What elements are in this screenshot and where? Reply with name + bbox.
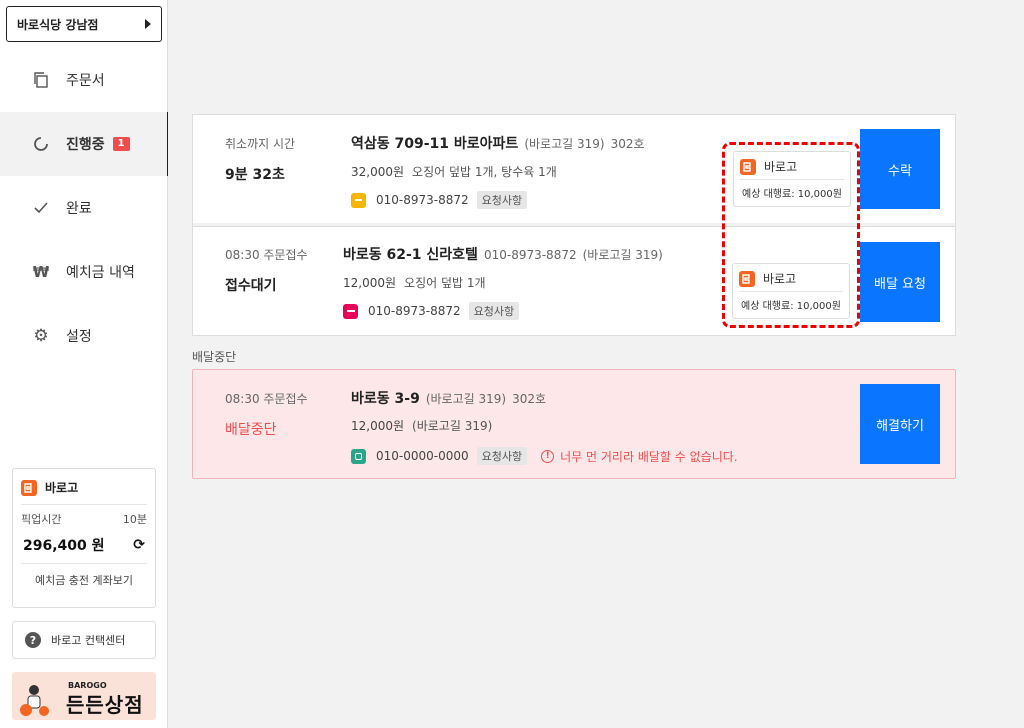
order-app-icon: [351, 448, 366, 464]
barogo-logo-icon: [739, 270, 755, 287]
sidebar-item-label: 주문서: [66, 73, 105, 89]
barogo-logo-icon: [740, 158, 756, 175]
store-selector[interactable]: 바로식당 강남점: [6, 6, 162, 42]
alert-icon: !: [541, 449, 555, 463]
delivery-address: 역삼동 709-11 바로아파트 (바로고길 319) 302호: [351, 133, 645, 153]
wallet-brand: 바로고: [45, 481, 79, 495]
contact-center-button[interactable]: ? 바로고 컨택센터: [12, 621, 156, 659]
won-icon: ₩: [32, 263, 50, 281]
delivery-address: 바로동 3-9 (바로고길 319) 302호: [351, 388, 546, 408]
sidebar-item-label: 설정: [66, 329, 92, 345]
address-text: 바로동 3-9: [351, 391, 420, 407]
check-icon: [32, 199, 50, 217]
agency-card[interactable]: 바로고 예상 대행료: 10,000원: [733, 151, 851, 207]
order-price: 32,000원: [351, 165, 405, 179]
stopped-order-card: 08:30 주문접수 배달중단 바로동 3-9 (바로고길 319) 302호 12…: [192, 369, 956, 479]
sidebar-nav: 주문서 진행중 1 완료 ₩ 예치금 내역 ⚙ 설정: [0, 48, 168, 368]
sidebar-item-label: 진행중: [66, 137, 105, 153]
agency-name: 바로고: [764, 160, 798, 174]
contact-center-label: 바로고 컨택센터: [51, 634, 126, 647]
gear-icon: ⚙: [33, 326, 49, 346]
sidebar-item-label: 완료: [66, 201, 92, 217]
road-address: (바로고길 319): [582, 248, 663, 262]
progress-circle-icon: [32, 135, 50, 153]
road-address: (바로고길 319): [524, 137, 605, 151]
order-status: 접수대기: [225, 278, 277, 294]
count-badge: 1: [112, 137, 130, 151]
sidebar-item-in-progress[interactable]: 진행중 1: [0, 112, 168, 176]
sidebar-item-complete[interactable]: 완료: [0, 176, 168, 240]
refresh-icon[interactable]: ⟳: [133, 537, 145, 553]
store-name: 바로식당 강남점: [17, 17, 99, 32]
order-price: 12,000원: [351, 419, 405, 433]
address-phone: 010-8973-8872: [483, 248, 577, 262]
warning-message: ! 너무 먼 거리라 배달할 수 없습니다.: [541, 448, 738, 465]
delivery-address: 바로동 62-1 신라호텔 010-8973-8872 (바로고길 319): [343, 244, 663, 264]
caret-right-icon: [145, 19, 151, 29]
warning-text: 너무 먼 거리라 배달할 수 없습니다.: [560, 449, 738, 464]
order-menu: 오징어 덮밥 1개, 탕수육 1개: [412, 165, 557, 179]
agency-fee: 예상 대행료: 10,000원: [741, 301, 841, 312]
wallet-card: 바로고 픽업시간 10분 296,400 원 ⟳ 예치금 충전 계좌보기: [12, 468, 156, 608]
request-delivery-button[interactable]: 배달 요청: [860, 242, 940, 322]
order-received-time: 08:30 주문접수: [225, 248, 308, 262]
agency-fee: 예상 대행료: 10,000원: [742, 189, 842, 200]
customer-phone: 010-8973-8872: [368, 304, 461, 318]
agency-card[interactable]: 바로고 예상 대행료: 10,000원: [732, 263, 850, 319]
order-received-time: 08:30 주문접수: [225, 392, 308, 406]
customer-phone: 010-0000-0000: [376, 449, 469, 463]
resolve-button[interactable]: 해결하기: [860, 384, 940, 464]
promo-banner[interactable]: BAROGO 든든상점: [12, 672, 156, 720]
road-address: (바로고길 319): [425, 392, 507, 406]
accept-button[interactable]: 수락: [860, 129, 940, 209]
sidebar-item-orders[interactable]: 주문서: [0, 48, 168, 112]
order-card: 취소까지 시간 9분 32초 역삼동 709-11 바로아파트 (바로고길 319…: [193, 115, 955, 225]
help-icon: ?: [25, 632, 41, 648]
pickup-time-value: 10분: [122, 513, 147, 526]
request-tag[interactable]: 요청사항: [468, 302, 520, 320]
sidebar: 바로식당 강남점 주문서 진행중 1 완료 ₩ 예치금 내역 ⚙ 설정 바로고 …: [0, 0, 168, 728]
sidebar-item-label: 예치금 내역: [66, 265, 135, 281]
pickup-time-label: 픽업시간: [21, 513, 62, 526]
agency-name: 바로고: [763, 272, 797, 286]
order-menu: (바로고길 319): [412, 419, 493, 433]
barogo-logo-icon: [21, 479, 37, 496]
balance-amount: 296,400 원: [23, 538, 105, 554]
section-title-stopped: 배달중단: [192, 350, 237, 364]
address-unit: 302호: [610, 137, 645, 151]
order-menu: 오징어 덮밥 1개: [404, 276, 486, 290]
sidebar-item-deposit-history[interactable]: ₩ 예치금 내역: [0, 240, 168, 304]
order-app-icon: [351, 192, 366, 208]
copy-document-icon: [32, 71, 50, 89]
customer-phone: 010-8973-8872: [376, 193, 469, 207]
cancel-timer-value: 9분 32초: [225, 167, 285, 183]
order-price: 12,000원: [343, 276, 397, 290]
view-deposit-account-link[interactable]: 예치금 충전 계좌보기: [13, 564, 155, 588]
address-text: 역삼동 709-11 바로아파트: [351, 136, 519, 152]
address-unit: 302호: [512, 392, 547, 406]
order-status: 배달중단: [225, 422, 277, 438]
banner-brand-big: 든든상점: [66, 693, 144, 717]
person-illustration-icon: [20, 685, 49, 716]
cancel-timer-label: 취소까지 시간: [225, 137, 296, 151]
order-app-icon: [343, 303, 358, 319]
order-card: 08:30 주문접수 접수대기 바로동 62-1 신라호텔 010-8973-88…: [193, 226, 955, 336]
order-list: 취소까지 시간 9분 32초 역삼동 709-11 바로아파트 (바로고길 319…: [192, 114, 956, 336]
sidebar-item-settings[interactable]: ⚙ 설정: [0, 304, 168, 368]
request-tag[interactable]: 요청사항: [476, 447, 528, 465]
address-text: 바로동 62-1 신라호텔: [343, 247, 478, 263]
request-tag[interactable]: 요청사항: [476, 191, 528, 209]
